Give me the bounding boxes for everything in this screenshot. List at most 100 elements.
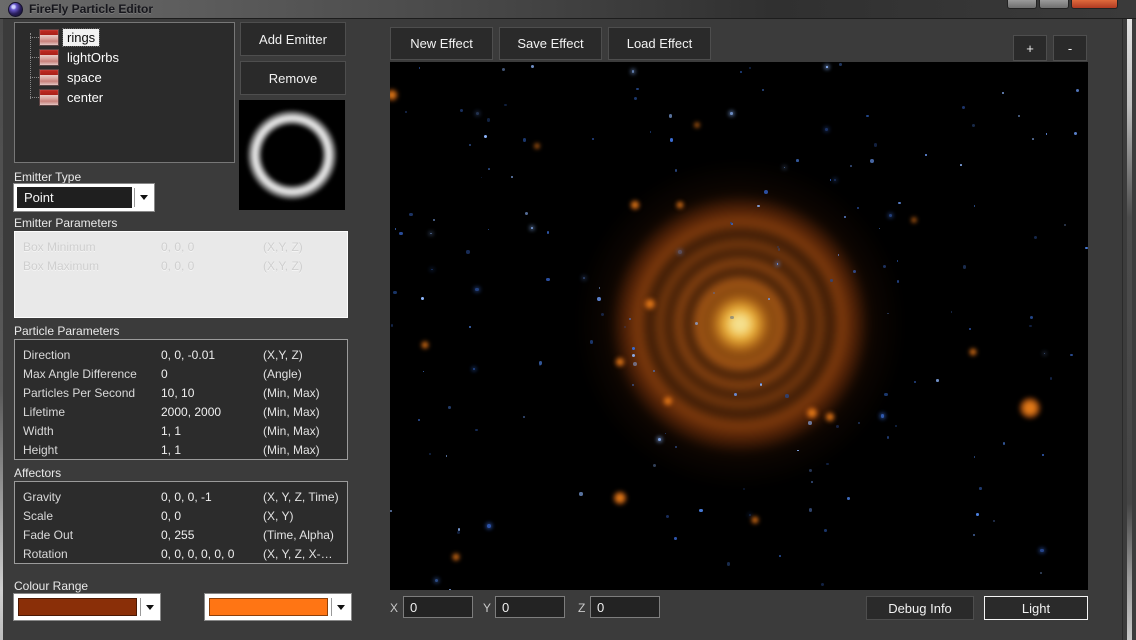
colour-end-dropdown[interactable] bbox=[205, 594, 351, 620]
light-button[interactable]: Light bbox=[984, 596, 1088, 620]
star bbox=[870, 159, 874, 163]
emitter-thumbnail-icon bbox=[39, 89, 59, 106]
frame-glass-strip bbox=[1127, 19, 1132, 640]
title-bar[interactable]: FireFly Particle Editor bbox=[0, 0, 1136, 19]
star bbox=[418, 419, 421, 422]
star bbox=[839, 63, 842, 66]
star bbox=[476, 112, 479, 115]
param-hint: (Min, Max) bbox=[263, 386, 347, 400]
chevron-down-icon[interactable] bbox=[135, 185, 153, 210]
table-row[interactable]: Rotation 0, 0, 0, 0, 0, 0 (X, Y, Z, X-… bbox=[15, 544, 347, 563]
table-row[interactable]: Direction 0, 0, -0.01 (X,Y, Z) bbox=[15, 345, 347, 364]
star bbox=[969, 328, 971, 330]
emitter-name[interactable]: space bbox=[63, 69, 106, 86]
star bbox=[962, 106, 965, 109]
star bbox=[523, 138, 527, 142]
star bbox=[1040, 572, 1042, 574]
star bbox=[1064, 224, 1066, 226]
emitter-list-item[interactable]: lightOrbs bbox=[21, 47, 234, 67]
star bbox=[847, 497, 850, 500]
zoom-in-button[interactable]: + bbox=[1013, 35, 1047, 61]
add-emitter-button[interactable]: Add Emitter bbox=[240, 22, 346, 56]
star bbox=[409, 213, 413, 217]
table-row[interactable]: Lifetime 2000, 2000 (Min, Max) bbox=[15, 402, 347, 421]
star bbox=[826, 66, 828, 68]
app-icon bbox=[8, 2, 23, 17]
star bbox=[809, 508, 812, 511]
load-effect-button[interactable]: Load Effect bbox=[608, 27, 711, 60]
zoom-out-button[interactable]: - bbox=[1053, 35, 1087, 61]
table-row[interactable]: Particles Per Second 10, 10 (Min, Max) bbox=[15, 383, 347, 402]
star bbox=[730, 112, 733, 115]
star bbox=[433, 219, 435, 221]
chevron-down-icon[interactable] bbox=[141, 595, 159, 619]
y-input[interactable] bbox=[495, 596, 565, 618]
debug-info-button[interactable]: Debug Info bbox=[866, 596, 974, 620]
emitter-name[interactable]: center bbox=[63, 89, 107, 106]
star bbox=[784, 167, 785, 168]
star bbox=[421, 297, 424, 300]
orange-particle-blob bbox=[630, 200, 640, 210]
affectors-label: Affectors bbox=[14, 466, 61, 480]
table-row[interactable]: Height 1, 1 (Min, Max) bbox=[15, 440, 347, 459]
particle-parameters-table[interactable]: Direction 0, 0, -0.01 (X,Y, Z) Max Angle… bbox=[14, 339, 348, 460]
chevron-down-icon[interactable] bbox=[332, 595, 350, 619]
param-name: Max Angle Difference bbox=[23, 367, 161, 381]
table-row[interactable]: Fade Out 0, 255 (Time, Alpha) bbox=[15, 525, 347, 544]
star bbox=[430, 233, 431, 234]
star bbox=[808, 421, 811, 424]
x-input[interactable] bbox=[403, 596, 473, 618]
emitter-list-item[interactable]: rings bbox=[21, 27, 234, 47]
maximize-button[interactable] bbox=[1039, 0, 1069, 9]
table-row[interactable]: Max Angle Difference 0 (Angle) bbox=[15, 364, 347, 383]
star bbox=[487, 524, 491, 528]
emitter-list[interactable]: rings lightOrbs space bbox=[14, 22, 235, 163]
window-title: FireFly Particle Editor bbox=[29, 2, 153, 16]
new-effect-button[interactable]: New Effect bbox=[390, 27, 493, 60]
star bbox=[670, 138, 673, 141]
star bbox=[583, 277, 585, 279]
emitter-thumbnail-icon bbox=[39, 29, 59, 46]
colour-start-swatch bbox=[18, 598, 137, 616]
star bbox=[884, 393, 887, 396]
param-name: Box Minimum bbox=[23, 240, 161, 254]
emitter-list-item[interactable]: center bbox=[21, 87, 234, 107]
emitter-name[interactable]: lightOrbs bbox=[63, 49, 123, 66]
star bbox=[749, 67, 751, 69]
minimize-button[interactable] bbox=[1007, 0, 1037, 9]
param-name: Particles Per Second bbox=[23, 386, 161, 400]
z-input[interactable] bbox=[590, 596, 660, 618]
star bbox=[457, 531, 460, 534]
table-row[interactable]: Width 1, 1 (Min, Max) bbox=[15, 421, 347, 440]
orange-particle-blob bbox=[613, 491, 627, 505]
star bbox=[449, 589, 450, 590]
particle-viewport[interactable] bbox=[390, 62, 1088, 590]
star bbox=[757, 205, 760, 208]
table-row[interactable]: Scale 0, 0 (X, Y) bbox=[15, 506, 347, 525]
table-row[interactable]: Gravity 0, 0, 0, -1 (X, Y, Z, Time) bbox=[15, 487, 347, 506]
param-value: 0 bbox=[161, 367, 263, 381]
colour-start-dropdown[interactable] bbox=[14, 594, 160, 620]
param-name: Width bbox=[23, 424, 161, 438]
star bbox=[669, 114, 673, 118]
star bbox=[458, 528, 460, 530]
emitter-type-dropdown[interactable]: Point bbox=[14, 184, 154, 211]
star bbox=[460, 109, 463, 112]
star bbox=[624, 326, 626, 328]
star bbox=[1074, 132, 1077, 135]
z-label: Z bbox=[578, 601, 585, 615]
app-window: FireFly Particle Editor rings bbox=[0, 0, 1136, 640]
affectors-table[interactable]: Gravity 0, 0, 0, -1 (X, Y, Z, Time) Scal… bbox=[14, 481, 348, 564]
star bbox=[821, 583, 824, 586]
star bbox=[391, 324, 394, 327]
emitter-list-item[interactable]: space bbox=[21, 67, 234, 87]
star bbox=[785, 394, 789, 398]
remove-emitter-button[interactable]: Remove bbox=[240, 61, 346, 95]
save-effect-button[interactable]: Save Effect bbox=[499, 27, 602, 60]
star bbox=[446, 455, 448, 457]
emitter-name[interactable]: rings bbox=[63, 29, 99, 46]
close-button[interactable] bbox=[1071, 0, 1118, 9]
param-value: 0, 0, 0 bbox=[161, 240, 263, 254]
star bbox=[963, 265, 966, 268]
star bbox=[629, 318, 631, 320]
